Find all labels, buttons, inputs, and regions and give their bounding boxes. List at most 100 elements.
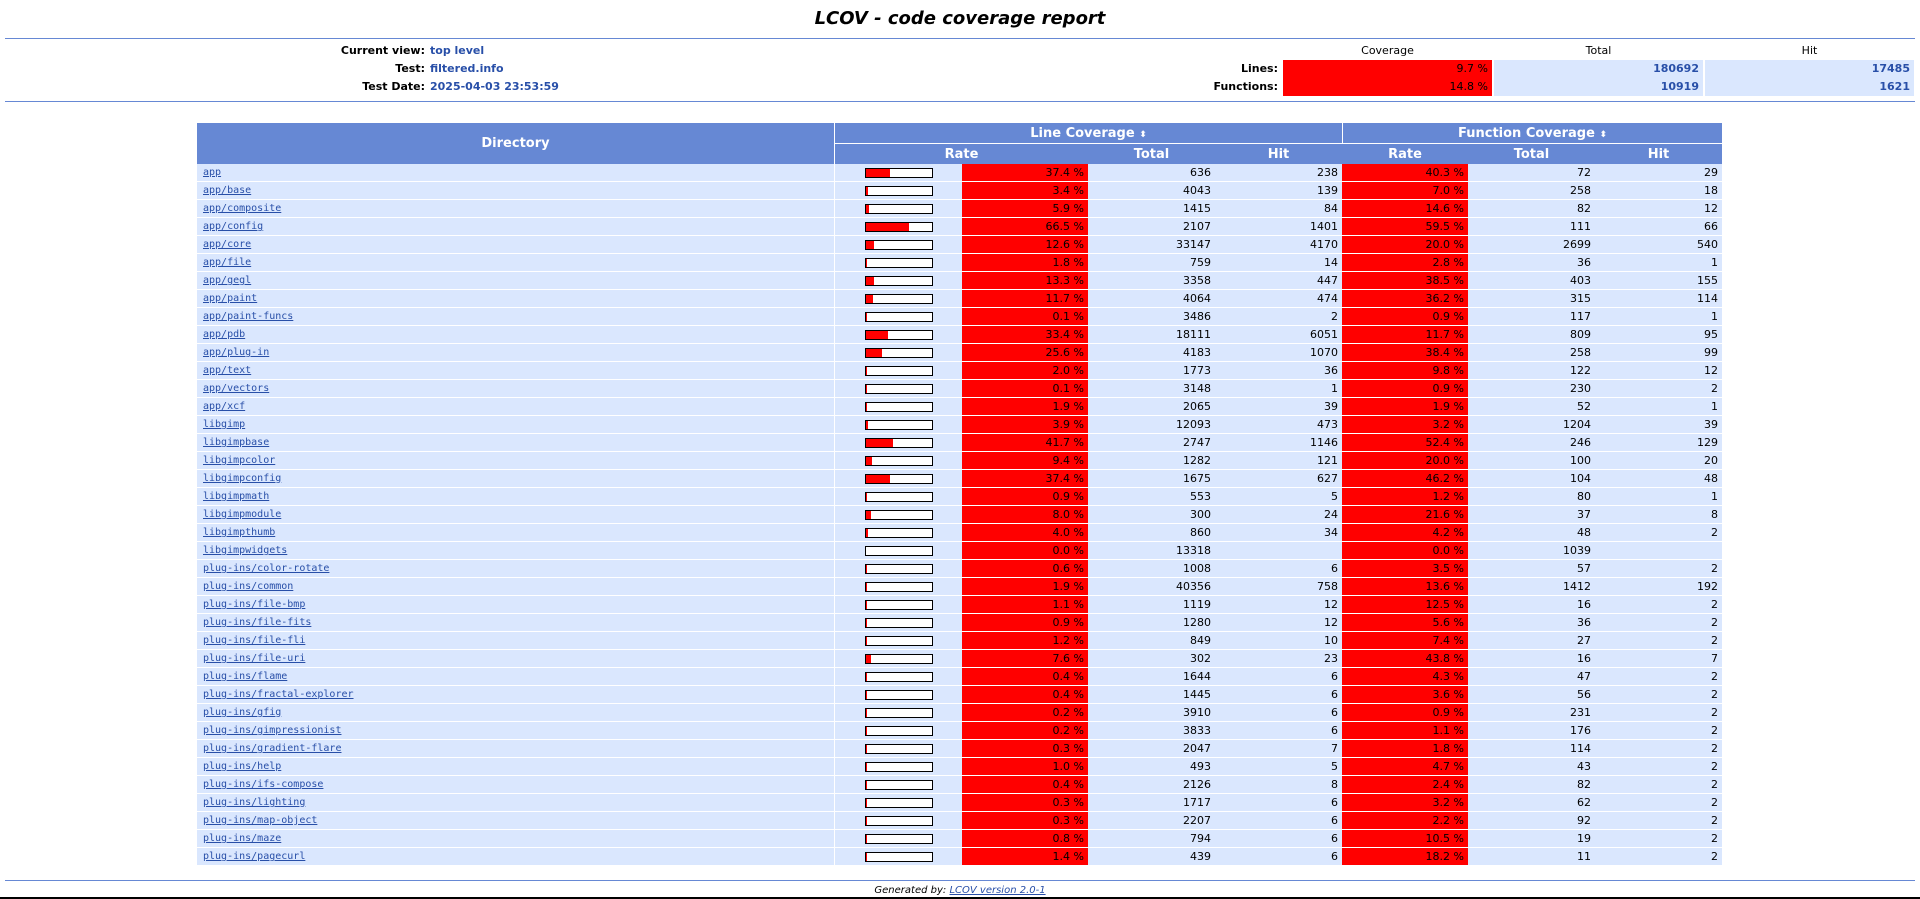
directory-link[interactable]: libgimpmodule	[203, 509, 281, 520]
line-hit-cell: 14	[1215, 254, 1342, 272]
function-hit-cell: 18	[1595, 182, 1722, 200]
line-hit-cell: 8	[1215, 776, 1342, 794]
line-total-cell: 1280	[1088, 614, 1215, 632]
directory-link[interactable]: plug-ins/color-rotate	[203, 563, 329, 574]
coverage-bar-fill	[865, 745, 867, 753]
directory-link[interactable]: plug-ins/gradient-flare	[203, 743, 341, 754]
function-rate-cell: 2.2 %	[1342, 812, 1468, 830]
directory-link[interactable]: plug-ins/file-fits	[203, 617, 311, 628]
directory-link[interactable]: plug-ins/ifs-compose	[203, 779, 323, 790]
directory-link[interactable]: plug-ins/lighting	[203, 797, 305, 808]
directory-cell: plug-ins/common	[197, 578, 834, 596]
directory-link[interactable]: plug-ins/common	[203, 581, 293, 592]
coverage-bar-fill	[865, 727, 867, 735]
function-hit-cell: 2	[1595, 632, 1722, 650]
sort-arrows-icon[interactable]: ⬍	[1599, 130, 1607, 140]
directory-link[interactable]: plug-ins/maze	[203, 833, 281, 844]
directory-link[interactable]: plug-ins/fractal-explorer	[203, 689, 354, 700]
coverage-bar-cell	[834, 830, 962, 848]
directory-link[interactable]: app/plug-in	[203, 347, 269, 358]
line-rate-cell: 66.5 %	[962, 218, 1088, 236]
directory-link[interactable]: app/core	[203, 239, 251, 250]
coverage-bar	[864, 276, 933, 286]
directory-link[interactable]: plug-ins/gfig	[203, 707, 281, 718]
directory-link[interactable]: plug-ins/file-fli	[203, 635, 305, 646]
directory-link[interactable]: libgimpthumb	[203, 527, 275, 538]
test-info: Current view: top level Test: filtered.i…	[0, 42, 559, 96]
coverage-bar-fill	[865, 673, 867, 681]
line-total-cell: 3833	[1088, 722, 1215, 740]
directory-link[interactable]: plug-ins/file-bmp	[203, 599, 305, 610]
directory-link[interactable]: app/vectors	[203, 383, 269, 394]
line-rate-cell: 0.1 %	[962, 308, 1088, 326]
directory-link[interactable]: app/file	[203, 257, 251, 268]
function-total-cell: 315	[1468, 290, 1595, 308]
directory-link[interactable]: app/paint	[203, 293, 257, 304]
directory-cell: app/paint	[197, 290, 834, 308]
coverage-bar	[864, 294, 933, 304]
coverage-bar-fill	[865, 583, 867, 591]
function-rate-cell: 1.9 %	[1342, 398, 1468, 416]
function-total-cell: 246	[1468, 434, 1595, 452]
directory-link[interactable]: libgimpcolor	[203, 455, 275, 466]
function-hit-cell: 2	[1595, 614, 1722, 632]
directory-link[interactable]: app	[203, 167, 221, 178]
directory-link[interactable]: plug-ins/pagecurl	[203, 851, 305, 862]
coverage-bar-fill	[865, 277, 875, 285]
table-row: app/base 3.4 % 4043 139 7.0 % 258 18	[197, 182, 1722, 200]
functions-hit: 1621	[1705, 78, 1914, 96]
directory-link[interactable]: plug-ins/flame	[203, 671, 287, 682]
coverage-bar-fill	[865, 655, 871, 663]
coverage-bar-fill	[865, 709, 867, 717]
directory-link[interactable]: app/xcf	[203, 401, 245, 412]
function-total-cell: 19	[1468, 830, 1595, 848]
function-coverage-header[interactable]: Function Coverage ⬍	[1342, 123, 1722, 143]
sort-arrows-icon[interactable]: ⬍	[1139, 130, 1147, 140]
directory-link[interactable]: libgimpconfig	[203, 473, 281, 484]
current-view-link[interactable]: top level	[430, 42, 484, 60]
directory-link[interactable]: libgimpmath	[203, 491, 269, 502]
line-rate-cell: 1.2 %	[962, 632, 1088, 650]
summary-total-header: Total	[1585, 44, 1612, 57]
coverage-bar-fill	[865, 817, 867, 825]
directory-link[interactable]: app/pdb	[203, 329, 245, 340]
function-hit-cell	[1595, 542, 1722, 560]
function-rate-cell: 2.8 %	[1342, 254, 1468, 272]
line-hit-cell: 36	[1215, 362, 1342, 380]
line-coverage-header[interactable]: Line Coverage ⬍	[834, 123, 1342, 143]
directory-link[interactable]: libgimp	[203, 419, 245, 430]
directory-link[interactable]: plug-ins/file-uri	[203, 653, 305, 664]
directory-link[interactable]: libgimpbase	[203, 437, 269, 448]
function-hit-cell: 29	[1595, 164, 1722, 182]
function-total-cell: 176	[1468, 722, 1595, 740]
directory-link[interactable]: plug-ins/gimpressionist	[203, 725, 341, 736]
table-row: libgimp 3.9 % 12093 473 3.2 % 1204 39	[197, 416, 1722, 434]
line-total-cell: 40356	[1088, 578, 1215, 596]
directory-link[interactable]: app/base	[203, 185, 251, 196]
function-rate-cell: 38.5 %	[1342, 272, 1468, 290]
directory-link[interactable]: app/gegl	[203, 275, 251, 286]
coverage-bar-cell	[834, 632, 962, 650]
directory-link[interactable]: app/text	[203, 365, 251, 376]
line-total-cell: 4043	[1088, 182, 1215, 200]
directory-link[interactable]: app/composite	[203, 203, 281, 214]
directory-cell: plug-ins/color-rotate	[197, 560, 834, 578]
generated-by-label: Generated by:	[874, 885, 947, 896]
function-rate-cell: 0.9 %	[1342, 704, 1468, 722]
coverage-bar-cell	[834, 614, 962, 632]
coverage-bar-fill	[865, 799, 867, 807]
directory-link[interactable]: app/config	[203, 221, 263, 232]
directory-cell: app/pdb	[197, 326, 834, 344]
line-rate-cell: 0.4 %	[962, 686, 1088, 704]
function-total-cell: 1204	[1468, 416, 1595, 434]
directory-link[interactable]: app/paint-funcs	[203, 311, 293, 322]
lcov-version-link[interactable]: LCOV version 2.0-1	[949, 885, 1045, 896]
line-hit-cell: 23	[1215, 650, 1342, 668]
coverage-bar	[864, 384, 933, 394]
directory-link[interactable]: plug-ins/help	[203, 761, 281, 772]
line-rate-cell: 0.6 %	[962, 560, 1088, 578]
directory-link[interactable]: libgimpwidgets	[203, 545, 287, 556]
coverage-bar	[864, 618, 933, 628]
coverage-bar-fill	[865, 205, 870, 213]
directory-link[interactable]: plug-ins/map-object	[203, 815, 317, 826]
